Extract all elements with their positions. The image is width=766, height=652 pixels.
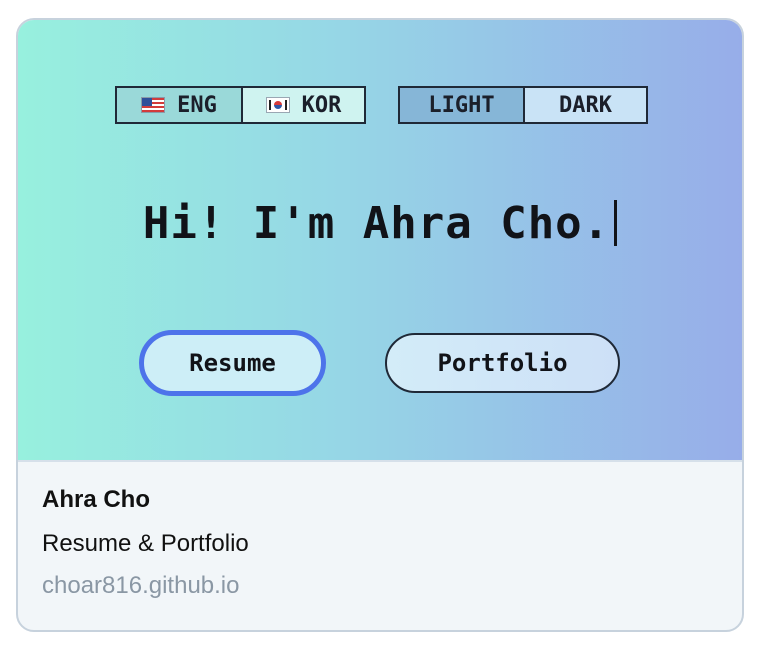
theme-option-light[interactable]: LIGHT (400, 88, 523, 122)
us-flag-icon (141, 97, 166, 113)
link-title: Ahra Cho (42, 486, 150, 513)
lang-option-kor-label: KOR (301, 92, 342, 118)
language-toggle: ENG KOR (115, 86, 366, 124)
theme-option-light-label: LIGHT (428, 92, 495, 118)
link-preview-card[interactable]: ENG KOR LIGHT DARK Hi! I'm Ahra Cho. Res… (16, 18, 744, 632)
theme-option-dark-label: DARK (559, 92, 612, 118)
lang-option-eng[interactable]: ENG (117, 88, 241, 122)
portfolio-button[interactable]: Portfolio (385, 333, 620, 393)
headline-text: Hi! I'm Ahra Cho. (142, 198, 611, 249)
lang-option-kor[interactable]: KOR (241, 88, 364, 122)
portfolio-button-label: Portfolio (437, 349, 568, 377)
link-url[interactable]: choar816.github.io (42, 572, 249, 600)
lang-option-eng-label: ENG (177, 92, 217, 118)
text-cursor (614, 200, 618, 246)
resume-button[interactable]: Resume (139, 330, 326, 396)
link-meta: Ahra Cho Resume & Portfolio choar816.git… (42, 486, 249, 600)
preview-image: ENG KOR LIGHT DARK Hi! I'm Ahra Cho. Res… (18, 20, 742, 462)
resume-button-label: Resume (189, 349, 276, 377)
theme-toggle: LIGHT DARK (398, 86, 648, 124)
korea-flag-icon (265, 97, 290, 113)
theme-option-dark[interactable]: DARK (522, 88, 646, 122)
hero-headline: Hi! I'm Ahra Cho. (18, 198, 742, 249)
link-description: Resume & Portfolio (42, 530, 249, 557)
